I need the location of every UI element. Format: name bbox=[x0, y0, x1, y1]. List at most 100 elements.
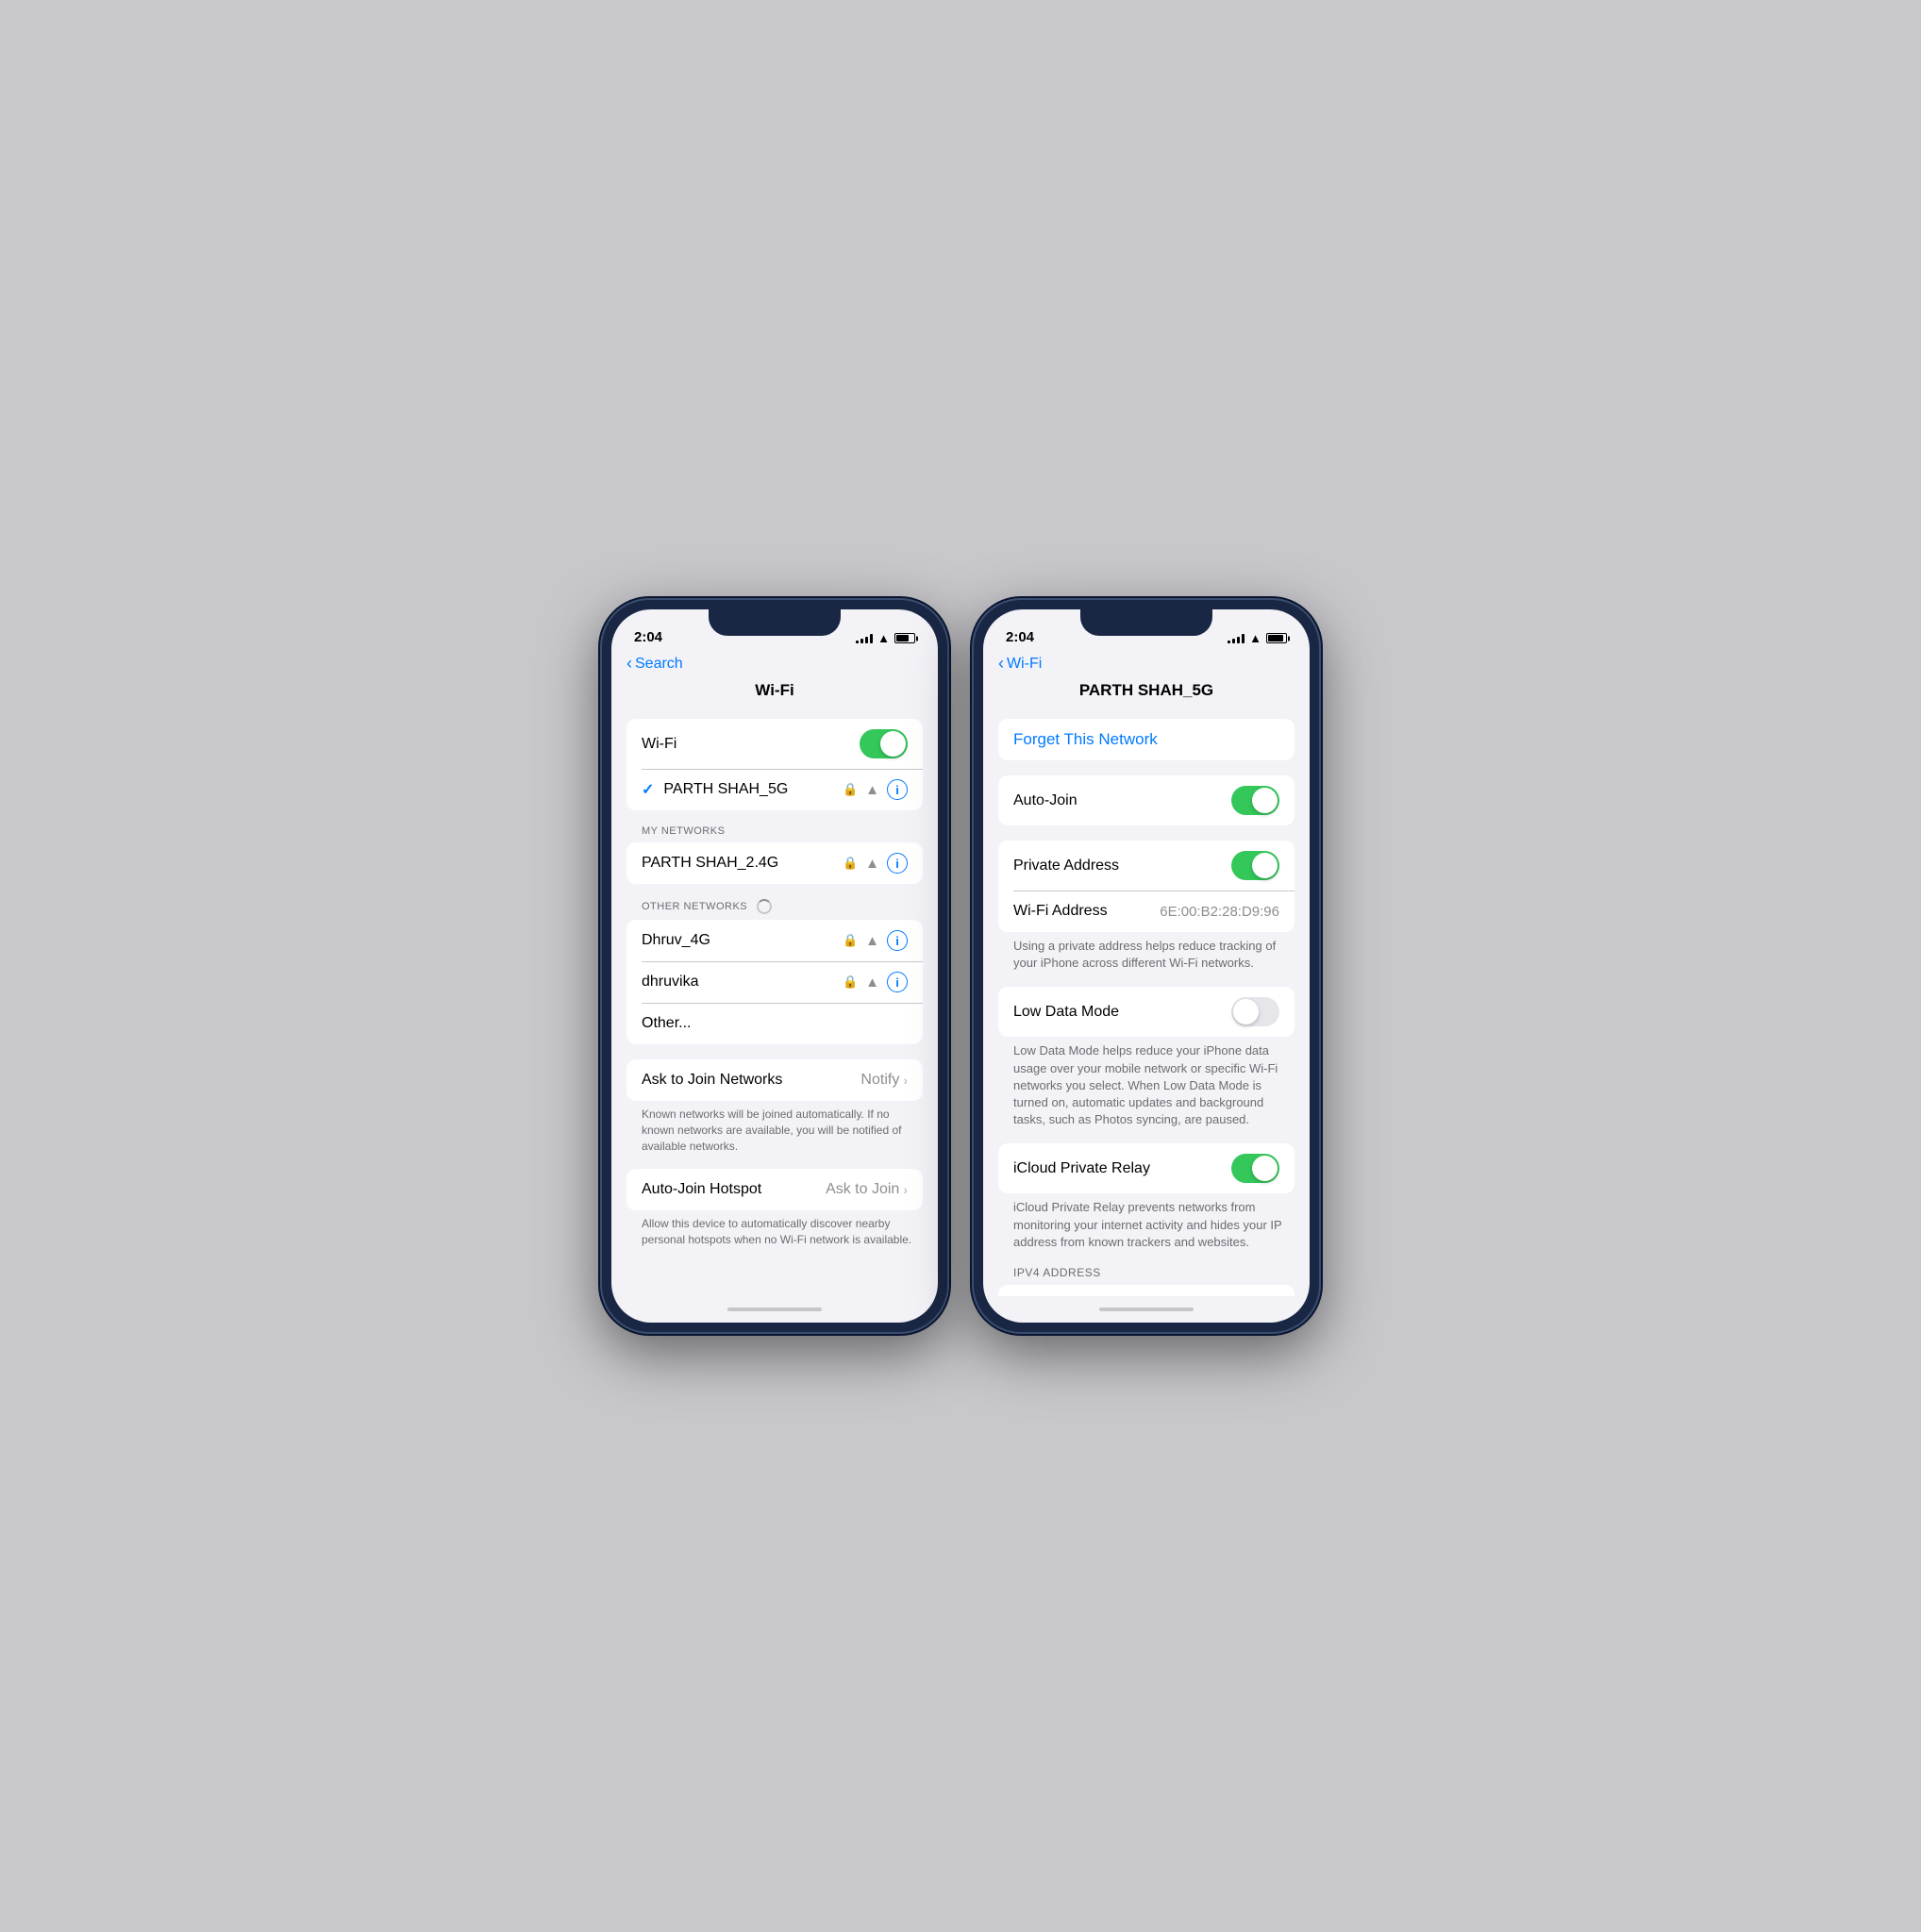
other-networks-card: Dhruv_4G 🔒 ▲ i dhruvika 🔒 ▲ bbox=[626, 920, 923, 1044]
battery-icon-1 bbox=[894, 633, 915, 643]
other-network-row-2[interactable]: Other... bbox=[626, 1003, 923, 1044]
wifi-address-row: Wi-Fi Address 6E:00:B2:28:D9:96 bbox=[998, 891, 1295, 932]
private-address-note: Using a private address helps reduce tra… bbox=[1013, 938, 1291, 972]
page-title-2: PARTH SHAH_5G bbox=[1079, 681, 1213, 700]
private-address-toggle-knob bbox=[1252, 853, 1278, 878]
low-data-group: Low Data Mode Low Data Mode helps reduce… bbox=[998, 987, 1295, 1128]
icloud-relay-label: iCloud Private Relay bbox=[1013, 1160, 1231, 1177]
back-link-1[interactable]: ‹ Search bbox=[626, 655, 923, 674]
low-data-card: Low Data Mode bbox=[998, 987, 1295, 1037]
connected-network-name: PARTH SHAH_5G bbox=[663, 781, 843, 798]
lock-icon-4: 🔒 bbox=[843, 974, 858, 990]
forget-card: Forget This Network bbox=[998, 719, 1295, 760]
auto-join-hotspot-label: Auto-Join Hotspot bbox=[642, 1181, 826, 1198]
info-button-3[interactable]: i bbox=[887, 930, 908, 951]
checkmark-icon: ✓ bbox=[642, 780, 654, 799]
wifi-toggle-label: Wi-Fi bbox=[642, 736, 860, 753]
wifi-signal-icon-4: ▲ bbox=[865, 974, 879, 991]
home-indicator-2 bbox=[983, 1296, 1310, 1323]
status-icons-2: ▲ bbox=[1228, 631, 1287, 645]
home-bar-2 bbox=[1099, 1307, 1194, 1311]
my-network-name-0: PARTH SHAH_2.4G bbox=[642, 855, 843, 872]
wifi-status-icon-1: ▲ bbox=[877, 631, 890, 645]
back-link-2[interactable]: ‹ Wi-Fi bbox=[998, 655, 1295, 674]
low-data-toggle[interactable] bbox=[1231, 997, 1279, 1026]
forget-row[interactable]: Forget This Network bbox=[998, 719, 1295, 760]
private-address-row: Private Address bbox=[998, 841, 1295, 891]
wifi-address-label: Wi-Fi Address bbox=[1013, 903, 1160, 920]
info-button-2[interactable]: i bbox=[887, 853, 908, 874]
configure-ip-row[interactable]: Configure IP Automatic › bbox=[998, 1285, 1295, 1296]
back-label-2: Wi-Fi bbox=[1007, 656, 1042, 673]
ask-join-group: Ask to Join Networks Notify › Known netw… bbox=[626, 1059, 923, 1154]
nav-header-2: PARTH SHAH_5G bbox=[983, 679, 1310, 711]
wifi-address-value: 6E:00:B2:28:D9:96 bbox=[1160, 904, 1279, 920]
ask-join-label: Ask to Join Networks bbox=[642, 1072, 860, 1089]
info-button-4[interactable]: i bbox=[887, 972, 908, 992]
connected-network-row[interactable]: ✓ PARTH SHAH_5G 🔒 ▲ i bbox=[626, 769, 923, 810]
auto-join-card: Auto-Join bbox=[998, 775, 1295, 825]
private-address-label: Private Address bbox=[1013, 858, 1231, 874]
ask-join-note: Known networks will be joined automatica… bbox=[642, 1107, 919, 1154]
auto-join-label: Auto-Join bbox=[1013, 792, 1231, 809]
lock-icon-1: 🔒 bbox=[843, 782, 858, 797]
forget-button[interactable]: Forget This Network bbox=[1013, 730, 1158, 749]
auto-join-hotspot-chevron: › bbox=[903, 1182, 908, 1197]
info-button-1[interactable]: i bbox=[887, 779, 908, 800]
ask-join-value: Notify bbox=[860, 1072, 899, 1089]
ipv4-group: IPV4 ADDRESS Configure IP Automatic › IP… bbox=[998, 1266, 1295, 1296]
battery-icon-2 bbox=[1266, 633, 1287, 643]
notch-2 bbox=[1080, 609, 1212, 636]
low-data-row: Low Data Mode bbox=[998, 987, 1295, 1037]
wifi-toggle-row: Wi-Fi bbox=[626, 719, 923, 769]
other-network-name-2: Other... bbox=[642, 1015, 908, 1032]
auto-join-toggle-knob bbox=[1252, 788, 1278, 813]
loading-spinner bbox=[757, 899, 772, 914]
other-network-row-0[interactable]: Dhruv_4G 🔒 ▲ i bbox=[626, 920, 923, 961]
ask-join-chevron: › bbox=[903, 1073, 908, 1088]
wifi-signal-icon-1: ▲ bbox=[865, 782, 879, 798]
phones-container: 2:04 ▲ ‹ Search bbox=[600, 598, 1321, 1334]
back-label-1: Search bbox=[635, 656, 683, 673]
home-bar-1 bbox=[727, 1307, 822, 1311]
other-networks-label: OTHER NETWORKS bbox=[642, 899, 923, 914]
other-network-name-0: Dhruv_4G bbox=[642, 932, 843, 949]
auto-join-hotspot-card: Auto-Join Hotspot Ask to Join › bbox=[626, 1169, 923, 1210]
other-network-row-1[interactable]: dhruvika 🔒 ▲ i bbox=[626, 961, 923, 1003]
other-networks-group: OTHER NETWORKS Dhruv_4G 🔒 ▲ i bbox=[626, 899, 923, 1044]
screen-content-2[interactable]: Forget This Network Auto-Join bbox=[983, 711, 1310, 1296]
ask-join-row[interactable]: Ask to Join Networks Notify › bbox=[626, 1059, 923, 1101]
back-chevron-icon-1: ‹ bbox=[626, 654, 632, 674]
icloud-relay-toggle-knob bbox=[1252, 1156, 1278, 1181]
ipv4-card: Configure IP Automatic › IP Address 192.… bbox=[998, 1285, 1295, 1296]
icloud-relay-toggle[interactable] bbox=[1231, 1154, 1279, 1183]
icloud-relay-row: iCloud Private Relay bbox=[998, 1143, 1295, 1193]
forget-group: Forget This Network bbox=[998, 719, 1295, 760]
my-network-row-0[interactable]: PARTH SHAH_2.4G 🔒 ▲ i bbox=[626, 842, 923, 884]
back-nav-1: ‹ Search bbox=[611, 651, 938, 679]
page-title-1: Wi-Fi bbox=[755, 681, 793, 700]
time-1: 2:04 bbox=[634, 629, 662, 645]
lock-icon-2: 🔒 bbox=[843, 856, 858, 871]
my-networks-group: MY NETWORKS PARTH SHAH_2.4G 🔒 ▲ i bbox=[626, 825, 923, 884]
nav-header-1: Wi-Fi bbox=[611, 679, 938, 711]
low-data-note: Low Data Mode helps reduce your iPhone d… bbox=[1013, 1042, 1291, 1128]
my-networks-card: PARTH SHAH_2.4G 🔒 ▲ i bbox=[626, 842, 923, 884]
lock-icon-3: 🔒 bbox=[843, 933, 858, 948]
phone-wifi: 2:04 ▲ ‹ Search bbox=[600, 598, 949, 1334]
ipv4-label: IPV4 ADDRESS bbox=[1013, 1266, 1295, 1279]
private-address-toggle[interactable] bbox=[1231, 851, 1279, 880]
connected-network-icons: 🔒 ▲ i bbox=[843, 779, 908, 800]
auto-join-hotspot-row[interactable]: Auto-Join Hotspot Ask to Join › bbox=[626, 1169, 923, 1210]
auto-join-hotspot-value: Ask to Join bbox=[826, 1181, 899, 1198]
icloud-relay-card: iCloud Private Relay bbox=[998, 1143, 1295, 1193]
my-networks-label: MY NETWORKS bbox=[642, 825, 923, 837]
screen-content-1[interactable]: Wi-Fi ✓ PARTH SHAH_5G 🔒 ▲ i bbox=[611, 711, 938, 1296]
icloud-relay-note: iCloud Private Relay prevents networks f… bbox=[1013, 1199, 1291, 1251]
wifi-signal-icon-2: ▲ bbox=[865, 856, 879, 872]
ask-join-card: Ask to Join Networks Notify › bbox=[626, 1059, 923, 1101]
other-network-icons-0: 🔒 ▲ i bbox=[843, 930, 908, 951]
status-icons-1: ▲ bbox=[856, 631, 915, 645]
auto-join-toggle[interactable] bbox=[1231, 786, 1279, 815]
wifi-toggle[interactable] bbox=[860, 729, 908, 758]
